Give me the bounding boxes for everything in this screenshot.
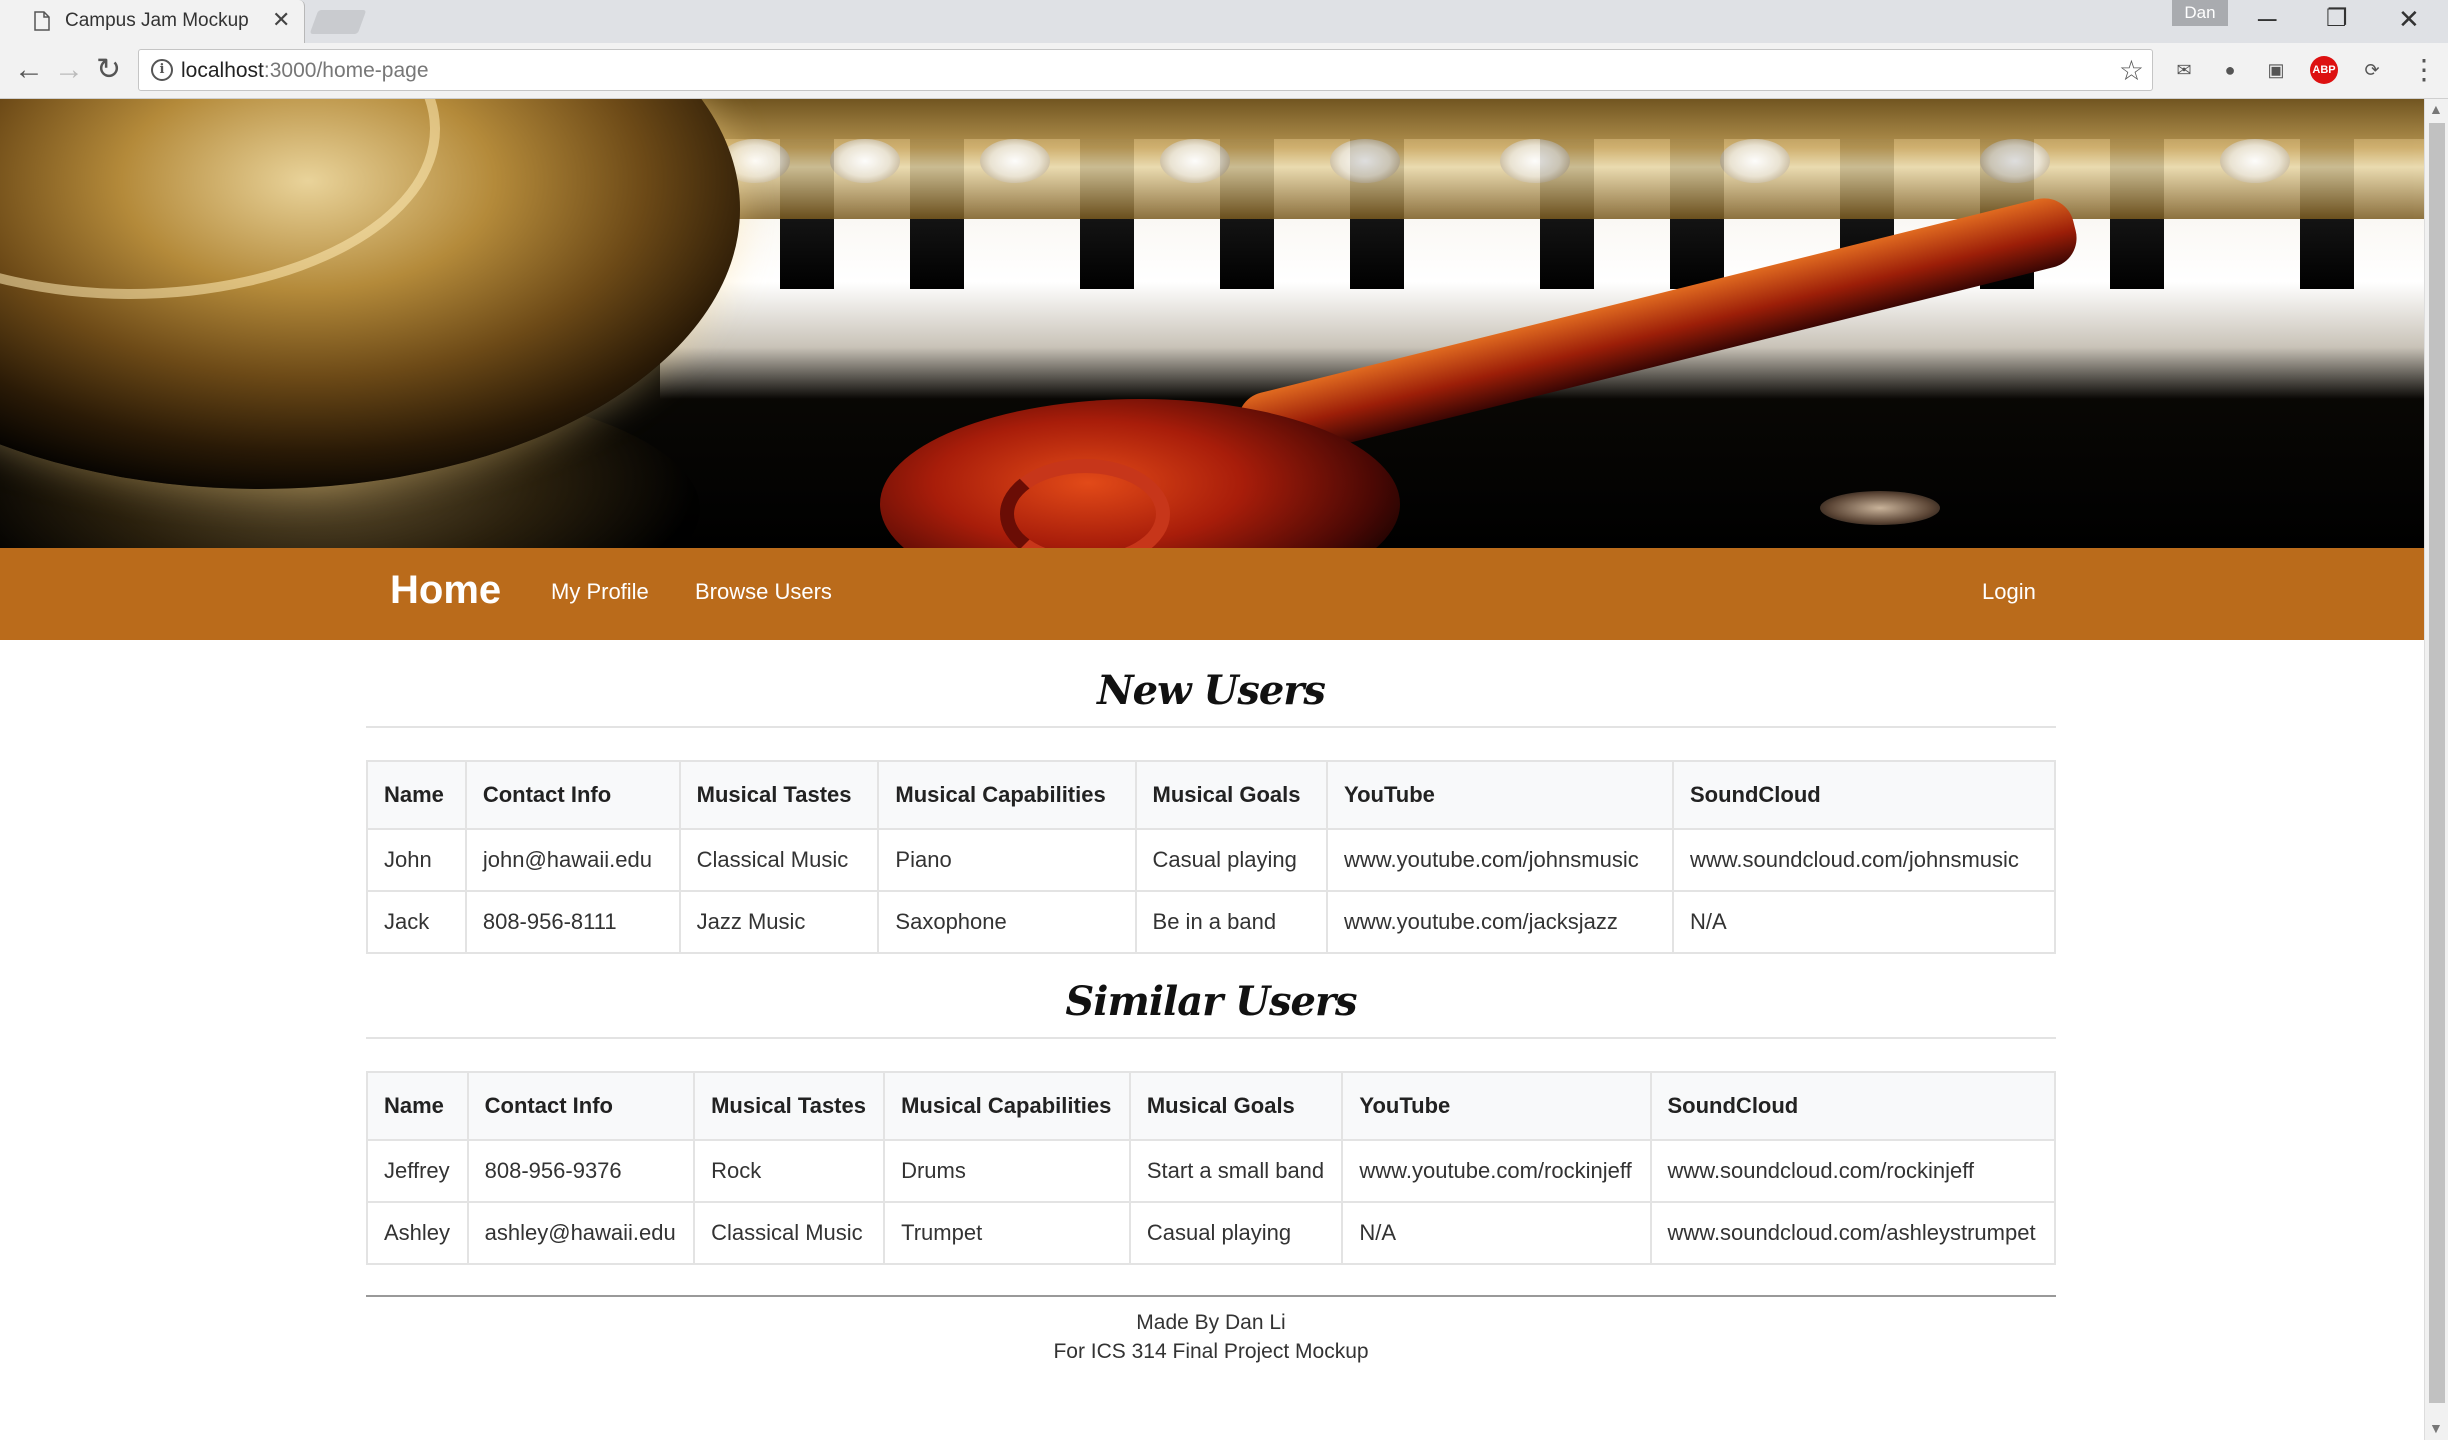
- cell-youtube: www.youtube.com/johnsmusic: [1326, 828, 1674, 892]
- browser-tab-strip: Campus Jam Mockup ✕ Dan ─ ❐ ✕: [0, 0, 2448, 43]
- cell-name: John: [366, 828, 467, 892]
- nav-browse-users-link[interactable]: Browse Users: [695, 579, 832, 605]
- cell-capabilities: Saxophone: [877, 890, 1137, 954]
- sax-bell: [0, 99, 740, 489]
- scroll-down-icon[interactable]: ▼: [2429, 1420, 2443, 1436]
- minimize-icon[interactable]: ─: [2258, 4, 2276, 34]
- sax-keywork: [600, 99, 2424, 219]
- cell-soundcloud: www.soundcloud.com/rockinjeff: [1649, 1139, 2056, 1203]
- similar-users-table: Name Contact Info Musical Tastes Musical…: [366, 1071, 2056, 1265]
- cell-name: Ashley: [366, 1201, 469, 1265]
- cell-soundcloud: N/A: [1671, 890, 2057, 954]
- table-row: Ashley ashley@hawaii.edu Classical Music…: [366, 1201, 2056, 1265]
- new-users-table: Name Contact Info Musical Tastes Musical…: [366, 760, 2057, 954]
- back-icon[interactable]: ←: [14, 53, 44, 87]
- table-row: Jeffrey 808-956-9376 Rock Drums Start a …: [366, 1139, 2056, 1203]
- url-text[interactable]: localhost:3000/home-page: [181, 59, 429, 83]
- url-host: localhost: [181, 59, 264, 82]
- banner-image: [0, 99, 2424, 548]
- cell-tastes: Classical Music: [678, 828, 880, 892]
- cell-tastes: Rock: [693, 1139, 886, 1203]
- url-path: :3000/home-page: [263, 59, 429, 82]
- page-scrollbar[interactable]: ▲ ▼: [2424, 99, 2448, 1440]
- cell-contact: john@hawaii.edu: [464, 828, 681, 892]
- profile-badge[interactable]: Dan: [2172, 0, 2228, 26]
- col-name: Name: [366, 760, 467, 830]
- scroll-up-icon[interactable]: ▲: [2429, 101, 2443, 117]
- cell-tastes: Jazz Music: [678, 890, 880, 954]
- nav-my-profile-link[interactable]: My Profile: [551, 579, 649, 605]
- cell-goals: Start a small band: [1128, 1139, 1344, 1203]
- footer-rule: [366, 1295, 2056, 1297]
- cell-contact: 808-956-8111: [464, 890, 681, 954]
- cell-name: Jeffrey: [366, 1139, 469, 1203]
- window-close-icon[interactable]: ✕: [2398, 4, 2420, 34]
- cell-youtube: www.youtube.com/jacksjazz: [1326, 890, 1674, 954]
- violin-peg: [1820, 491, 1940, 525]
- nav-login-link[interactable]: Login: [1982, 579, 2036, 605]
- col-tastes: Musical Tastes: [678, 760, 880, 830]
- browser-menu-icon[interactable]: ⋮: [2410, 53, 2438, 86]
- col-contact: Contact Info: [466, 1071, 696, 1141]
- page-icon: [34, 11, 50, 31]
- cell-youtube: www.youtube.com/rockinjeff: [1341, 1139, 1652, 1203]
- col-capabilities: Musical Capabilities: [877, 760, 1137, 830]
- cell-tastes: Classical Music: [693, 1201, 886, 1265]
- col-goals: Musical Goals: [1134, 760, 1329, 830]
- reload-icon[interactable]: ↻: [96, 53, 121, 87]
- cell-goals: Be in a band: [1134, 890, 1329, 954]
- cell-soundcloud: www.soundcloud.com/johnsmusic: [1671, 828, 2057, 892]
- cell-contact: 808-956-9376: [466, 1139, 696, 1203]
- cell-capabilities: Trumpet: [883, 1201, 1131, 1265]
- cell-name: Jack: [366, 890, 467, 954]
- table-row: John john@hawaii.edu Classical Music Pia…: [366, 828, 2057, 892]
- bulb-extension-icon[interactable]: ●: [2216, 56, 2244, 84]
- box-extension-icon[interactable]: ▣: [2262, 56, 2290, 84]
- table-header-row: Name Contact Info Musical Tastes Musical…: [366, 1071, 2056, 1141]
- cell-soundcloud: www.soundcloud.com/ashleystrumpet: [1649, 1201, 2056, 1265]
- cell-goals: Casual playing: [1134, 828, 1329, 892]
- navbar: Home My Profile Browse Users Login: [0, 548, 2424, 640]
- col-goals: Musical Goals: [1128, 1071, 1344, 1141]
- footer-credit: Made By Dan Li: [1136, 1311, 1286, 1334]
- site-info-icon[interactable]: i: [151, 59, 173, 81]
- nav-home-link[interactable]: Home: [390, 568, 501, 613]
- cell-capabilities: Drums: [883, 1139, 1131, 1203]
- cell-youtube: N/A: [1341, 1201, 1652, 1265]
- tab-close-icon[interactable]: ✕: [272, 9, 290, 31]
- bookmark-star-icon[interactable]: ☆: [2119, 54, 2144, 87]
- sync-extension-icon[interactable]: ⟳: [2358, 56, 2386, 84]
- forward-icon[interactable]: →: [54, 53, 84, 87]
- table-row: Jack 808-956-8111 Jazz Music Saxophone B…: [366, 890, 2057, 954]
- col-name: Name: [366, 1071, 469, 1141]
- browser-tab[interactable]: Campus Jam Mockup ✕: [0, 0, 305, 43]
- cell-goals: Casual playing: [1128, 1201, 1344, 1265]
- col-youtube: YouTube: [1341, 1071, 1652, 1141]
- col-youtube: YouTube: [1326, 760, 1674, 830]
- restore-icon[interactable]: ❐: [2326, 4, 2348, 34]
- tab-title: Campus Jam Mockup: [65, 10, 249, 31]
- table-header-row: Name Contact Info Musical Tastes Musical…: [366, 760, 2057, 830]
- col-capabilities: Musical Capabilities: [883, 1071, 1131, 1141]
- mail-extension-icon[interactable]: ✉: [2170, 56, 2198, 84]
- address-bar-row: ← → ↻ i localhost:3000/home-page ☆ ✉ ● ▣…: [0, 43, 2448, 99]
- new-users-heading: New Users: [1097, 667, 1326, 714]
- scroll-thumb[interactable]: [2429, 123, 2445, 1403]
- similar-users-rule: [366, 1037, 2056, 1039]
- page-viewport: Home My Profile Browse Users Login New U…: [0, 99, 2424, 1440]
- new-users-rule: [366, 726, 2056, 728]
- footer-project: For ICS 314 Final Project Mockup: [1053, 1340, 1369, 1363]
- cell-contact: ashley@hawaii.edu: [466, 1201, 696, 1265]
- col-soundcloud: SoundCloud: [1671, 760, 2057, 830]
- similar-users-heading: Similar Users: [1065, 978, 1357, 1025]
- new-tab-button[interactable]: [309, 10, 367, 34]
- adblock-extension-icon[interactable]: ABP: [2310, 56, 2338, 84]
- cell-capabilities: Piano: [877, 828, 1137, 892]
- col-contact: Contact Info: [464, 760, 681, 830]
- col-soundcloud: SoundCloud: [1649, 1071, 2056, 1141]
- address-bar[interactable]: i localhost:3000/home-page ☆: [138, 49, 2153, 91]
- col-tastes: Musical Tastes: [693, 1071, 886, 1141]
